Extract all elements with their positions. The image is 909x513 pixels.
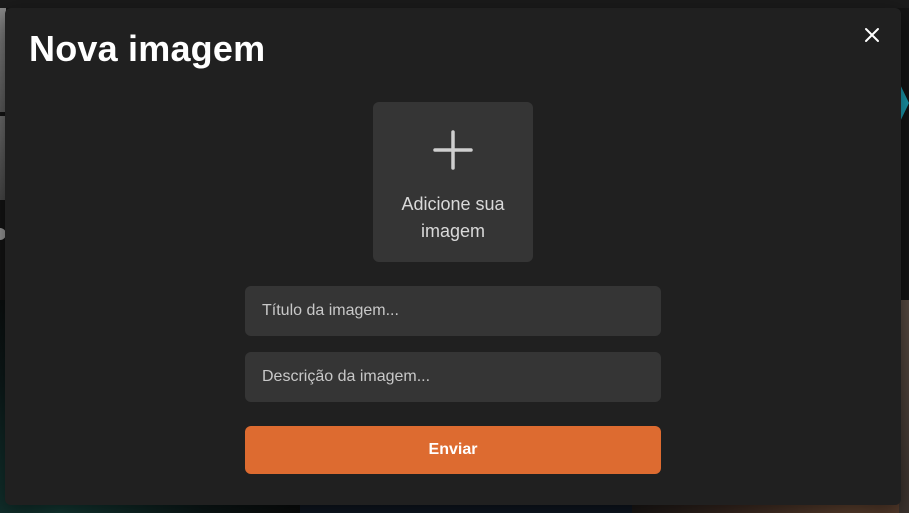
modal-title: Nova imagem (29, 28, 266, 69)
submit-button[interactable]: Enviar (245, 426, 661, 474)
background-header-strip (0, 0, 909, 8)
new-image-modal: Nova imagem Adicione sua imagem Enviar (5, 8, 901, 505)
image-upload-button[interactable]: Adicione sua imagem (373, 102, 533, 262)
image-title-input[interactable] (245, 286, 661, 336)
image-description-input[interactable] (245, 352, 661, 402)
close-icon (865, 28, 879, 42)
close-button[interactable] (858, 21, 886, 49)
plus-icon (433, 130, 473, 170)
upload-label: Adicione sua imagem (401, 194, 505, 241)
